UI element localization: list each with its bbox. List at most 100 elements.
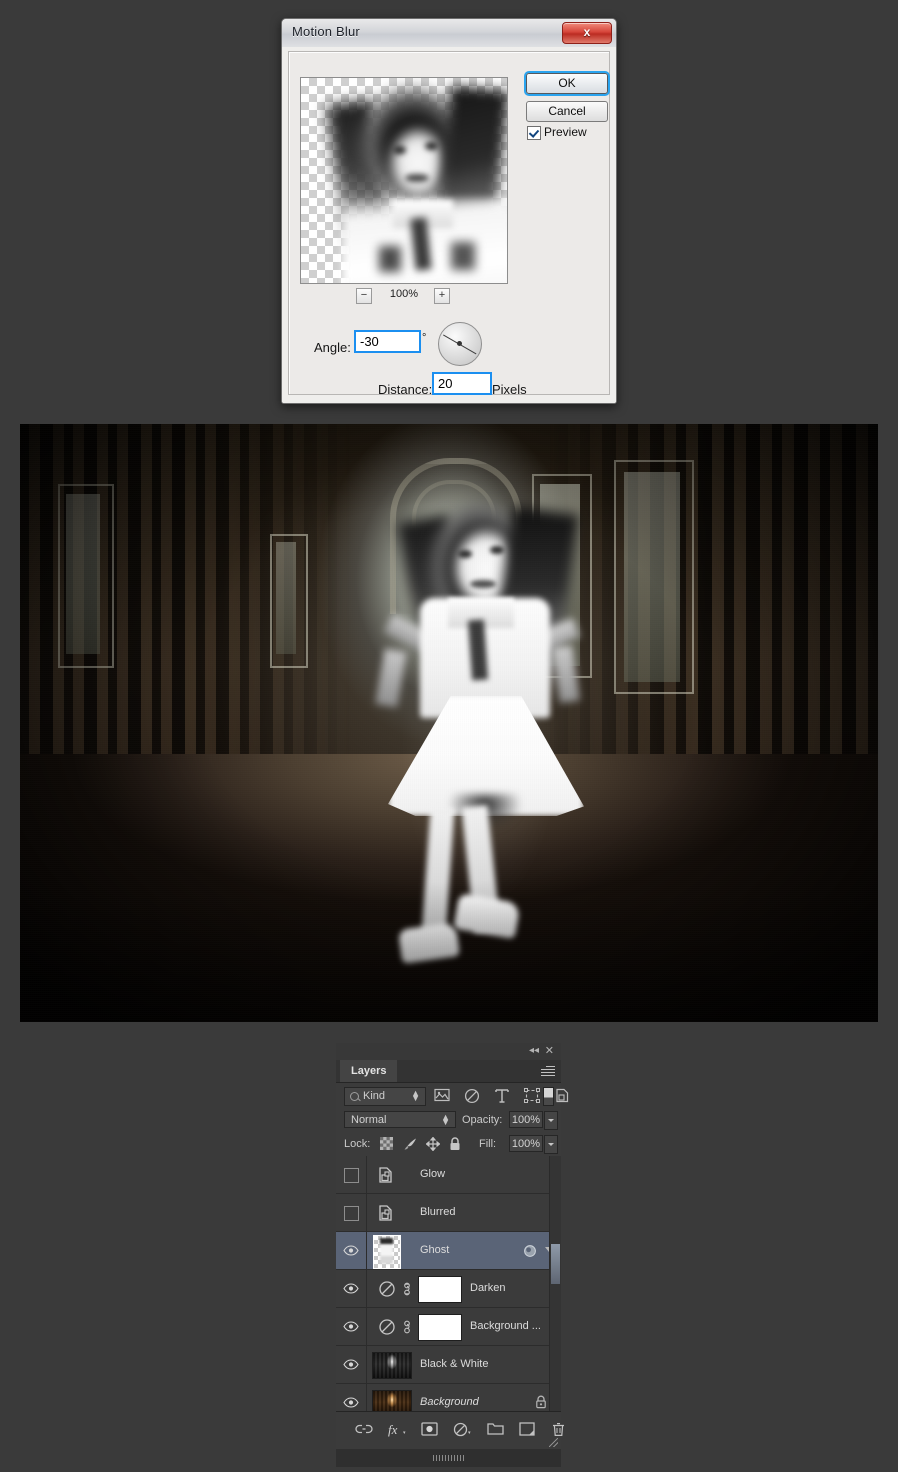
layer-mask-thumbnail[interactable] [418,1276,462,1303]
layer-list-scrollbar[interactable] [549,1156,561,1411]
motion-blur-dialog: Motion Blur x − 100% + Angle: -30 ° Dist… [281,18,617,404]
adjustment-layer-icon[interactable] [378,1280,396,1298]
smart-object-badge-icon [523,1244,537,1258]
close-icon[interactable]: x [562,22,612,44]
layer-name: Darken [470,1282,506,1294]
dialog-titlebar[interactable]: Motion Blur x [282,19,616,48]
zoom-out-button[interactable]: − [356,288,372,304]
new-layer-icon[interactable] [519,1422,535,1439]
ghost-shoe-left [397,922,461,964]
add-layer-mask-icon[interactable] [421,1422,438,1439]
ghost-shoe-right [453,892,521,940]
table-row[interactable]: Glow [336,1156,561,1194]
layer-thumbnail[interactable] [373,1235,401,1269]
layer-thumbnail[interactable] [372,1352,412,1379]
adjustment-layer-icon[interactable] [378,1318,396,1336]
table-row[interactable]: Background ... [336,1308,561,1346]
collapse-panel-icon[interactable]: ◂◂ [529,1046,539,1056]
eye-off-icon[interactable] [344,1168,359,1183]
layer-name: Glow [420,1168,446,1180]
visibility-cell[interactable] [336,1194,367,1231]
checkbox-checked-icon [527,126,541,140]
lock-image-pixels-icon[interactable] [403,1137,418,1154]
table-row[interactable]: Ghost [336,1232,561,1270]
eye-on-icon[interactable] [343,1359,359,1370]
table-row[interactable]: Darken [336,1270,561,1308]
stepper-icon[interactable]: ▲ ▼ [441,1113,450,1127]
visibility-cell[interactable] [336,1270,367,1307]
eye-on-icon[interactable] [343,1283,359,1294]
filter-toggle[interactable] [543,1087,554,1106]
type-layer-icon[interactable] [494,1088,510,1103]
angle-dial[interactable] [438,322,482,366]
fill-input[interactable]: 100% [509,1135,543,1152]
ghost-mouth [470,580,496,588]
blend-mode-select[interactable]: Normal ▲ ▼ [344,1111,456,1128]
layer-thumbnail[interactable] [372,1390,412,1411]
link-mask-icon[interactable] [402,1282,412,1296]
blur-preview-thumbnail[interactable] [300,77,508,284]
zoom-in-button[interactable]: + [434,288,450,304]
distance-input[interactable]: 20 [432,372,492,395]
dialog-title: Motion Blur [292,24,360,39]
panel-resize-grip[interactable] [549,1438,558,1447]
fill-dropdown-icon[interactable] [544,1135,558,1154]
visibility-cell[interactable] [336,1232,367,1269]
link-mask-icon[interactable] [402,1320,412,1334]
eye-on-icon[interactable] [343,1321,359,1332]
layer-name: Black & White [420,1358,489,1370]
eye-off-icon[interactable] [344,1206,359,1221]
visibility-cell[interactable] [336,1346,367,1383]
table-row[interactable]: Blurred [336,1194,561,1232]
shape-layer-icon[interactable] [524,1088,540,1103]
layer-name: Background [420,1396,479,1408]
preview-checkbox-label: Preview [544,125,587,139]
panel-tab-row: Layers [336,1060,561,1083]
stepper-icon[interactable]: ▲ ▼ [411,1089,420,1103]
lock-all-icon[interactable] [449,1137,461,1154]
lock-position-icon[interactable] [425,1136,441,1154]
preview-eye-left [393,146,406,154]
smart-object-icon[interactable] [554,1088,571,1103]
layer-mask-thumbnail[interactable] [418,1314,462,1341]
adjustment-layer-icon[interactable] [464,1088,480,1104]
table-row[interactable]: Black & White [336,1346,561,1384]
layer-name: Blurred [420,1206,456,1218]
close-panel-icon[interactable]: ✕ [545,1046,554,1057]
opacity-dropdown-icon[interactable] [544,1111,558,1130]
new-group-icon[interactable] [487,1422,504,1439]
distance-label: Distance: [378,382,433,397]
lock-row: Lock: Fill: 100% [336,1132,561,1157]
visibility-cell[interactable] [336,1308,367,1345]
cancel-button[interactable]: Cancel [526,101,608,122]
distance-units-label: Pixels [492,382,527,397]
tab-layers[interactable]: Layers [340,1060,398,1082]
lock-transparent-pixels-icon[interactable] [380,1137,393,1153]
zoom-percent-label: 100% [389,288,419,300]
angle-input[interactable]: -30 [354,330,421,353]
dialog-body: − 100% + Angle: -30 ° Distance: 20 Pixel… [282,47,616,403]
dialog-inner-panel: − 100% + Angle: -30 ° Distance: 20 Pixel… [288,51,610,397]
panel-menu-icon[interactable] [541,1066,555,1076]
visibility-cell[interactable] [336,1384,367,1411]
opacity-input[interactable]: 100% [509,1111,543,1128]
table-row[interactable]: Background [336,1384,561,1411]
eye-on-icon[interactable] [343,1245,359,1256]
layer-style-fx-icon[interactable]: fx [387,1422,407,1440]
ghost-eye-right [490,546,504,554]
panel-drag-grip[interactable] [432,1455,465,1461]
canvas-photograph[interactable] [20,424,878,1022]
filter-kind-select[interactable]: Kind ▲ ▼ [344,1087,426,1106]
filter-kind-label: Kind [363,1090,386,1102]
fill-label: Fill: [479,1138,497,1150]
pixel-layer-icon[interactable] [434,1088,450,1103]
new-adjustment-layer-icon[interactable] [453,1422,473,1440]
thumbnail-figure [380,1238,393,1264]
link-layers-icon[interactable] [355,1422,373,1439]
eye-on-icon[interactable] [343,1397,359,1408]
preview-mouth [405,174,429,182]
scrollbar-thumb[interactable] [551,1244,560,1284]
visibility-cell[interactable] [336,1156,367,1193]
preview-detail-right [451,242,475,270]
ok-button[interactable]: OK [526,73,608,94]
